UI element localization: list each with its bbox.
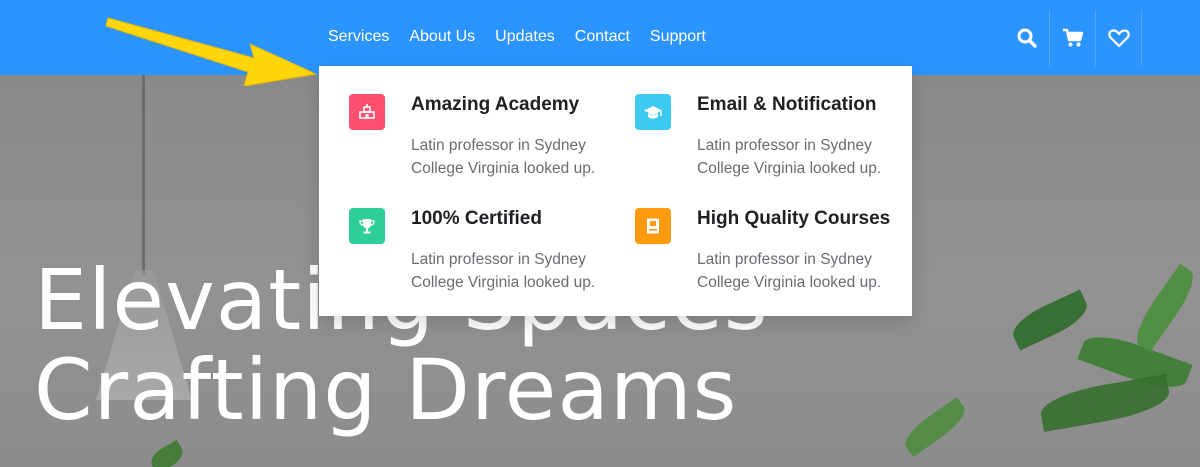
plant-leaf	[147, 439, 187, 467]
nav-icons	[1004, 10, 1142, 66]
academy-icon	[349, 94, 385, 130]
dropdown-item-description: Latin professor in Sydney College Virgin…	[697, 137, 882, 177]
trophy-icon	[349, 208, 385, 244]
nav-links: Services About Us Updates Contact Suppor…	[318, 28, 716, 46]
plant-leaf	[1128, 263, 1200, 353]
services-dropdown-menu: Amazing Academy Latin professor in Sydne…	[319, 66, 912, 316]
cart-icon[interactable]	[1050, 10, 1096, 66]
lamp-cord	[142, 75, 145, 275]
dropdown-item-title: Amazing Academy	[411, 94, 580, 115]
search-icon[interactable]	[1004, 10, 1050, 66]
dropdown-item-description: Latin professor in Sydney College Virgin…	[697, 251, 882, 291]
plant-leaf	[899, 397, 971, 457]
dropdown-item-description: Latin professor in Sydney College Virgin…	[411, 251, 596, 291]
dropdown-item-amazing-academy[interactable]: Amazing Academy Latin professor in Sydne…	[349, 94, 619, 184]
nav-link-about-us[interactable]: About Us	[399, 28, 485, 46]
nav-link-support[interactable]: Support	[640, 28, 716, 46]
nav-link-contact[interactable]: Contact	[565, 28, 640, 46]
dropdown-item-email-notification[interactable]: Email & Notification Latin professor in …	[635, 94, 905, 184]
plant-leaf	[1007, 289, 1093, 351]
dropdown-item-title: 100% Certified	[411, 208, 542, 229]
pointer-arrow-icon	[105, 17, 318, 86]
nav-link-updates[interactable]: Updates	[485, 28, 565, 46]
book-icon	[635, 208, 671, 244]
hero-title-line-2: Crafting Dreams	[34, 341, 738, 439]
plant-leaf	[1037, 373, 1173, 433]
dropdown-item-description: Latin professor in Sydney College Virgin…	[411, 137, 596, 177]
graduation-cap-icon	[635, 94, 671, 130]
heart-icon[interactable]	[1096, 10, 1142, 66]
dropdown-item-title: High Quality Courses	[697, 208, 891, 229]
dropdown-item-title: Email & Notification	[697, 94, 877, 115]
dropdown-item-high-quality-courses[interactable]: High Quality Courses Latin professor in …	[635, 208, 905, 298]
nav-link-services[interactable]: Services	[318, 28, 399, 46]
dropdown-item-100-certified[interactable]: 100% Certified Latin professor in Sydney…	[349, 208, 619, 298]
